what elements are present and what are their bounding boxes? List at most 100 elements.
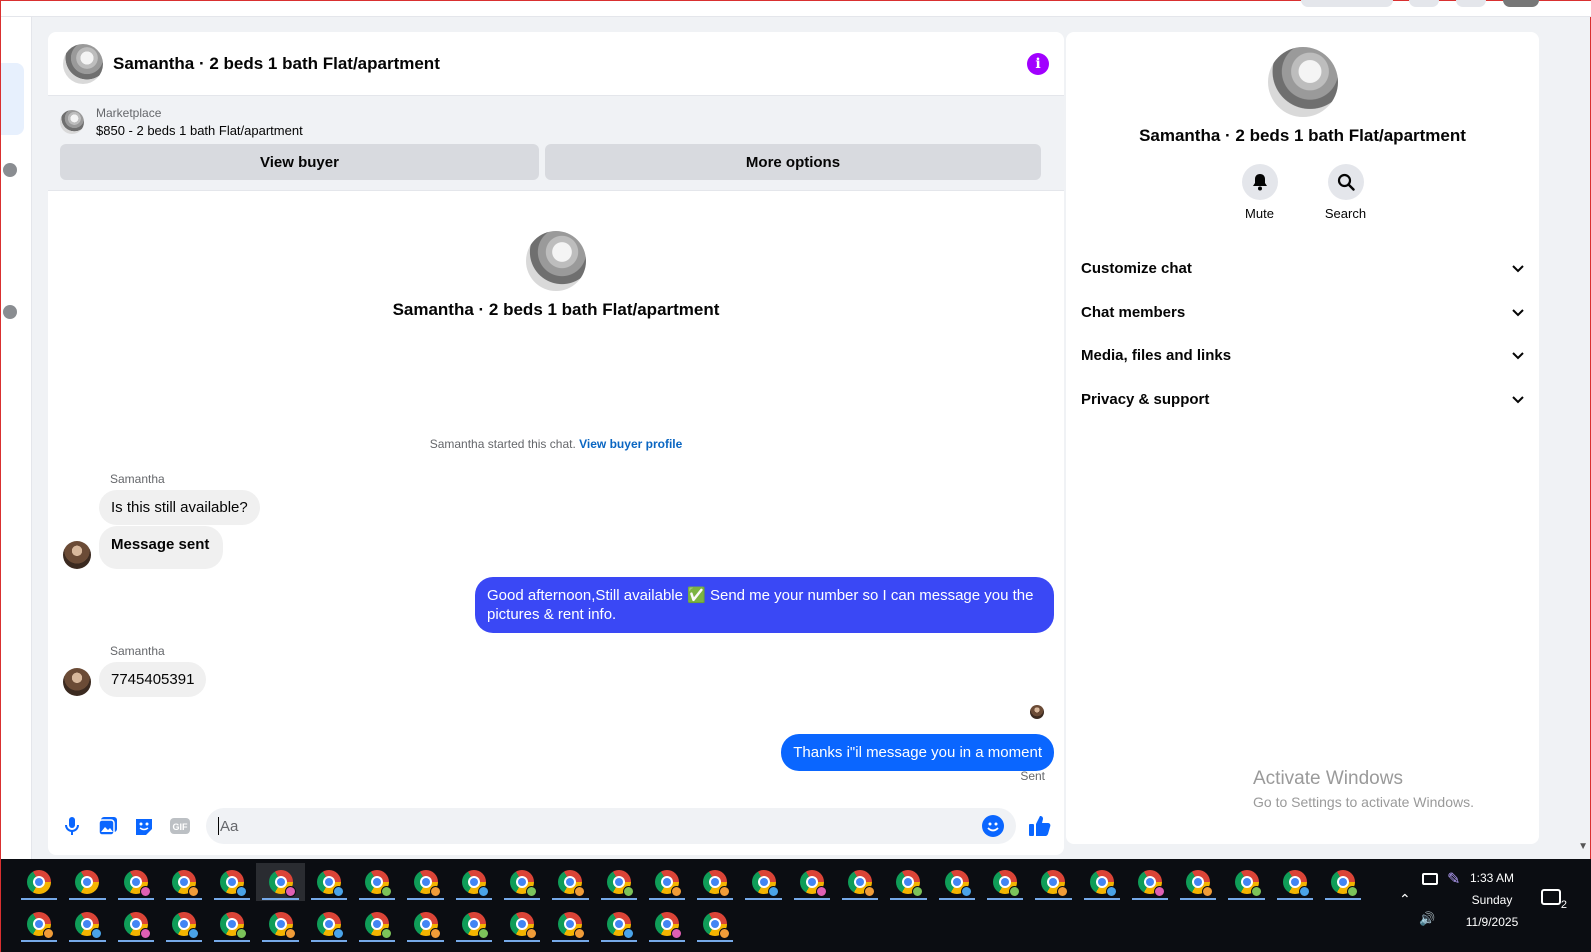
thumbs-up-icon[interactable] bbox=[1028, 814, 1052, 838]
taskbar-clock[interactable]: 1:33 AM Sunday 11/9/2025 bbox=[1456, 867, 1528, 933]
chrome-icon bbox=[461, 912, 489, 939]
sticker-icon[interactable] bbox=[132, 814, 156, 838]
chrome-window-button[interactable] bbox=[305, 863, 353, 901]
chrome-window-button[interactable] bbox=[884, 863, 932, 901]
chrome-window-button[interactable] bbox=[498, 905, 546, 943]
outgoing-message[interactable]: Good afternoon,Still available ✅ Send me… bbox=[475, 577, 1054, 633]
top-circle-button[interactable] bbox=[1409, 0, 1439, 7]
chrome-icon bbox=[703, 912, 731, 939]
chrome-icon bbox=[316, 912, 344, 939]
incoming-message[interactable]: Message sent bbox=[99, 526, 224, 569]
marketplace-banner: Marketplace $850 - 2 beds 1 bath Flat/ap… bbox=[48, 96, 1064, 191]
watermark-title: Activate Windows bbox=[1253, 768, 1403, 789]
nav-avatar[interactable] bbox=[3, 163, 17, 177]
mute-button[interactable]: Mute bbox=[1235, 164, 1285, 221]
chrome-window-button[interactable] bbox=[160, 905, 208, 943]
chrome-window-button[interactable] bbox=[1029, 863, 1077, 901]
chrome-icon bbox=[220, 870, 248, 897]
chrome-window-button[interactable] bbox=[1078, 863, 1126, 901]
chrome-window-button[interactable] bbox=[208, 905, 256, 943]
chrome-window-button[interactable] bbox=[63, 905, 111, 943]
chrome-window-button[interactable] bbox=[836, 863, 884, 901]
chrome-window-button[interactable] bbox=[401, 905, 449, 943]
menu-customize-chat[interactable]: Customize chat bbox=[1081, 247, 1524, 291]
selected-nav-item[interactable] bbox=[1, 63, 24, 135]
message-input[interactable]: Aa bbox=[206, 808, 1016, 844]
chrome-window-button[interactable] bbox=[112, 863, 160, 901]
chrome-window-button[interactable] bbox=[1126, 863, 1174, 901]
notifications-icon[interactable]: 2 bbox=[1541, 889, 1567, 911]
chrome-window-button[interactable] bbox=[498, 863, 546, 901]
chrome-window-button[interactable] bbox=[305, 905, 353, 943]
chrome-window-button[interactable] bbox=[1174, 863, 1222, 901]
chrome-window-button[interactable] bbox=[160, 863, 208, 901]
info-avatar[interactable] bbox=[1267, 47, 1338, 117]
show-hidden-icons[interactable]: ⌃ bbox=[1399, 891, 1411, 908]
chrome-window-button[interactable] bbox=[15, 905, 63, 943]
chrome-window-button[interactable] bbox=[1222, 863, 1270, 901]
scrollbar-down-arrow[interactable]: ▼ bbox=[1578, 841, 1588, 852]
photo-icon[interactable] bbox=[96, 814, 120, 838]
menu-label: Media, files and links bbox=[1081, 347, 1232, 365]
chrome-window-button[interactable] bbox=[981, 863, 1029, 901]
volume-icon[interactable]: 🔊 bbox=[1419, 911, 1435, 927]
chat-info-panel: Samantha · 2 beds 1 bath Flat/apartment … bbox=[1066, 32, 1539, 844]
chrome-window-button[interactable] bbox=[739, 863, 787, 901]
sender-avatar[interactable] bbox=[63, 668, 91, 696]
profile-avatar[interactable] bbox=[1503, 0, 1539, 7]
menu-chat-members[interactable]: Chat members bbox=[1081, 291, 1524, 335]
chrome-window-button[interactable] bbox=[691, 863, 739, 901]
chrome-icon bbox=[268, 912, 296, 939]
outgoing-message[interactable]: Thanks i"il message you in a moment bbox=[781, 734, 1054, 771]
search-button[interactable]: Search bbox=[1321, 164, 1371, 221]
chrome-window-button[interactable] bbox=[63, 863, 111, 901]
incoming-message[interactable]: Is this still available? bbox=[99, 490, 260, 525]
chrome-window-button[interactable] bbox=[788, 863, 836, 901]
network-icon[interactable] bbox=[1422, 873, 1438, 885]
chat-avatar[interactable] bbox=[63, 43, 103, 84]
sender-avatar[interactable] bbox=[63, 541, 91, 569]
chrome-window-button[interactable] bbox=[643, 863, 691, 901]
chat-title[interactable]: Samantha · 2 beds 1 bath Flat/apartment bbox=[113, 54, 440, 74]
chrome-window-button[interactable] bbox=[401, 863, 449, 901]
chrome-window-button[interactable] bbox=[353, 905, 401, 943]
chrome-icon bbox=[220, 912, 248, 939]
menu-privacy-support[interactable]: Privacy & support bbox=[1081, 378, 1524, 422]
chrome-icon bbox=[413, 870, 441, 897]
menu-media-files-links[interactable]: Media, files and links bbox=[1081, 334, 1524, 378]
chrome-window-button[interactable] bbox=[256, 863, 305, 901]
chrome-window-button[interactable] bbox=[1319, 863, 1367, 901]
svg-text:GIF: GIF bbox=[173, 822, 189, 832]
chrome-window-button[interactable] bbox=[450, 905, 498, 943]
chrome-window-button[interactable] bbox=[595, 863, 643, 901]
chrome-window-button[interactable] bbox=[643, 905, 691, 943]
chrome-icon bbox=[1041, 870, 1069, 897]
chrome-window-button[interactable] bbox=[546, 905, 594, 943]
chrome-window-button[interactable] bbox=[1271, 863, 1319, 901]
chrome-window-button[interactable] bbox=[353, 863, 401, 901]
listing-title[interactable]: $850 - 2 beds 1 bath Flat/apartment bbox=[96, 123, 303, 138]
chrome-icon bbox=[1234, 870, 1262, 897]
nav-person-icon[interactable] bbox=[3, 305, 17, 319]
top-circle-button[interactable] bbox=[1456, 0, 1486, 7]
chrome-window-button[interactable] bbox=[450, 863, 498, 901]
chrome-window-button[interactable] bbox=[256, 905, 304, 943]
chrome-window-button[interactable] bbox=[15, 863, 63, 901]
view-buyer-button[interactable]: View buyer bbox=[60, 144, 539, 180]
chrome-window-button[interactable] bbox=[546, 863, 594, 901]
chrome-icon bbox=[944, 870, 972, 897]
chrome-window-button[interactable] bbox=[691, 905, 739, 943]
view-buyer-profile-link[interactable]: View buyer profile bbox=[579, 437, 682, 451]
chrome-window-button[interactable] bbox=[933, 863, 981, 901]
chrome-window-button[interactable] bbox=[208, 863, 256, 901]
emoji-icon[interactable] bbox=[982, 815, 1004, 837]
info-title: Samantha · 2 beds 1 bath Flat/apartment bbox=[1139, 126, 1466, 145]
more-options-button[interactable]: More options bbox=[545, 144, 1041, 180]
top-pill[interactable] bbox=[1301, 0, 1393, 7]
chrome-window-button[interactable] bbox=[112, 905, 160, 943]
chrome-window-button[interactable] bbox=[595, 905, 643, 943]
info-icon[interactable]: i bbox=[1027, 52, 1049, 75]
incoming-message[interactable]: 7745405391 bbox=[99, 662, 207, 697]
microphone-icon[interactable] bbox=[60, 814, 84, 838]
gif-icon[interactable]: GIF bbox=[168, 814, 192, 838]
